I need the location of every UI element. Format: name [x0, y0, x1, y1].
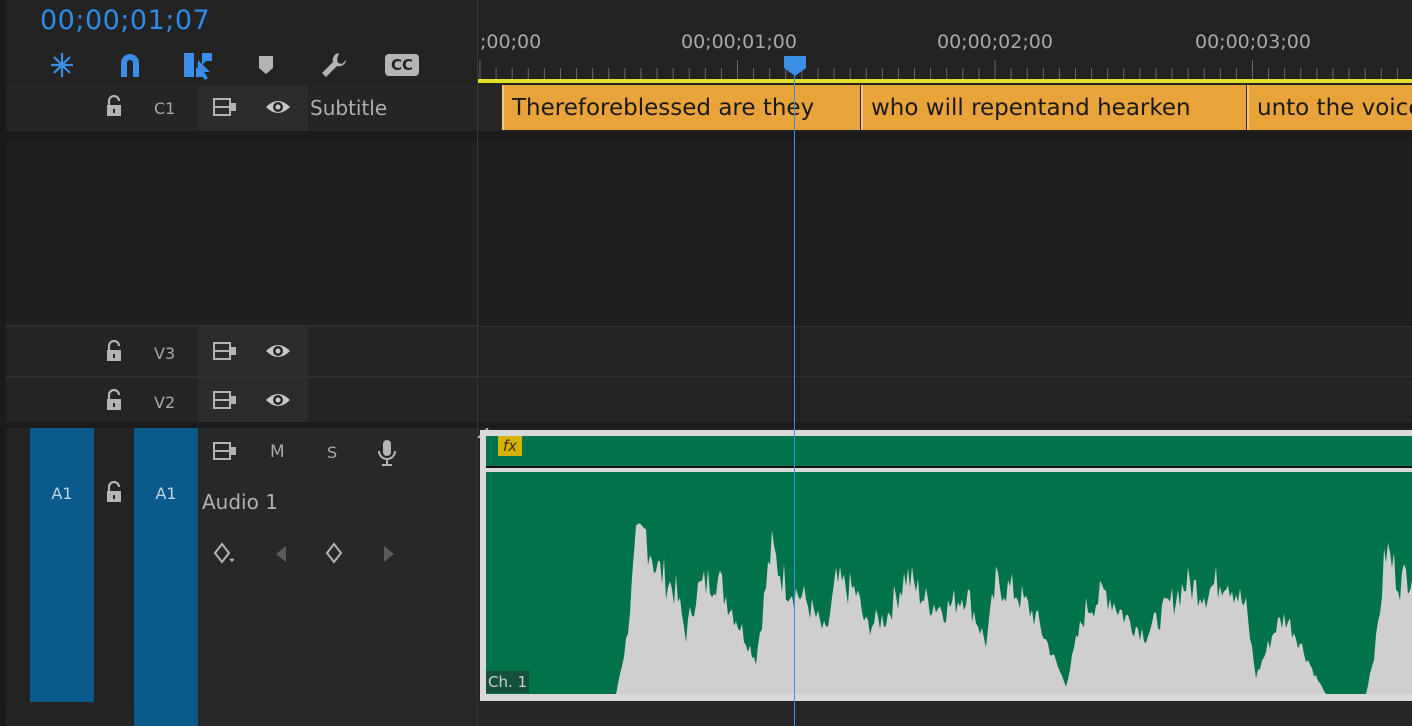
playhead-timecode[interactable]: 00;00;01;07	[40, 5, 210, 36]
fx-badge[interactable]: fx	[498, 436, 522, 456]
audio-clip-header	[486, 436, 1412, 467]
track-target-a2[interactable]	[134, 702, 198, 726]
ruler-label: 00;00;01;00	[681, 31, 797, 53]
track-id-v2: V2	[154, 393, 176, 412]
empty-track-area	[478, 142, 1412, 326]
track-header-v3: V3	[6, 327, 478, 376]
track-name-audio-1[interactable]: Audio 1	[202, 490, 278, 514]
playhead-line[interactable]	[794, 74, 795, 726]
track-header-v2: V2	[6, 378, 478, 422]
divider	[478, 376, 1412, 377]
solo-button[interactable]: S	[327, 443, 337, 462]
caption-clip[interactable]: unto the voice	[1247, 85, 1412, 130]
lock-icon[interactable]	[104, 481, 124, 503]
waveform-graphic	[486, 523, 1412, 694]
cc-label: CC	[385, 54, 419, 76]
source-patch-label: A1	[51, 484, 73, 503]
previous-keyframe-icon[interactable]	[274, 544, 288, 564]
divider	[478, 422, 1412, 428]
ruler-label: 00;00;03;00	[1195, 31, 1311, 53]
eye-icon[interactable]	[264, 389, 292, 411]
track-name-subtitle[interactable]: Subtitle	[310, 96, 387, 120]
channel-label: Ch. 1	[486, 671, 530, 693]
toggle-sync-icon[interactable]	[212, 389, 238, 411]
lock-icon[interactable]	[104, 340, 124, 362]
snap-insert-icon[interactable]	[46, 50, 78, 80]
track-header-a2-partial	[6, 702, 478, 726]
marker-icon[interactable]	[250, 50, 282, 80]
caption-clip[interactable]: Thereforeblessed are they	[502, 85, 860, 130]
wrench-icon[interactable]	[318, 50, 350, 80]
divider	[478, 326, 1412, 327]
source-patch-a1[interactable]: A1	[30, 428, 94, 702]
linked-selection-icon[interactable]	[182, 50, 214, 80]
microphone-icon[interactable]	[376, 438, 398, 468]
divider	[478, 131, 1412, 142]
next-keyframe-icon[interactable]	[382, 544, 396, 564]
lock-icon[interactable]	[104, 389, 124, 411]
toggle-sync-icon[interactable]	[212, 340, 238, 362]
toggle-sync-icon[interactable]	[212, 440, 238, 462]
mute-button[interactable]: M	[270, 442, 285, 462]
panel-edge	[0, 0, 6, 726]
track-header-panel: 00;00;01;07 CC C1 Subtitle V3 V2 A1 A1 M…	[0, 0, 478, 726]
ruler-label: 00;00;02;00	[937, 31, 1053, 53]
eye-icon[interactable]	[264, 96, 292, 118]
waveform	[486, 472, 1412, 694]
track-target-label: A1	[155, 484, 177, 503]
track-target-a1[interactable]: A1	[134, 428, 198, 702]
audio-controls-bg	[198, 702, 478, 726]
track-id-v3: V3	[154, 344, 176, 363]
waveform-shape	[486, 523, 1412, 694]
track-header-a1: A1 A1 M S Audio 1	[6, 428, 478, 702]
add-keyframe-icon[interactable]	[324, 542, 344, 564]
lock-icon[interactable]	[104, 95, 124, 117]
keyframe-menu-icon[interactable]	[214, 542, 240, 564]
eye-icon[interactable]	[264, 340, 292, 362]
ruler-label: ;00;00	[480, 31, 542, 53]
time-ruler[interactable]	[478, 60, 1412, 80]
magnet-icon[interactable]	[114, 50, 146, 80]
empty-track-area	[6, 142, 478, 326]
toggle-sync-icon[interactable]	[212, 96, 238, 118]
track-id-c1: C1	[154, 99, 176, 118]
audio-track-2-lane	[478, 702, 1412, 726]
divider	[6, 131, 478, 142]
volume-line[interactable]	[486, 466, 1412, 468]
playhead-handle[interactable]	[784, 56, 806, 76]
audio-controls-bg	[198, 428, 478, 702]
cc-icon[interactable]: CC	[384, 50, 420, 80]
caption-clip[interactable]: who will repentand hearken	[861, 85, 1246, 130]
track-header-c1: C1 Subtitle	[6, 85, 478, 131]
